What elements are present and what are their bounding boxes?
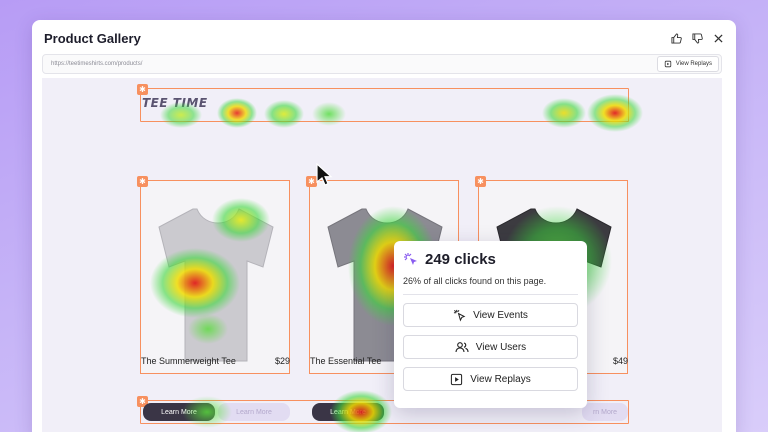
view-users-label: View Users xyxy=(475,341,527,353)
close-icon[interactable] xyxy=(712,32,724,44)
page-preview: ✱ TEE TIME ✱ ✱ ✱ The Summerweight Tee $2… xyxy=(42,78,722,432)
view-users-button[interactable]: View Users xyxy=(403,335,578,359)
learn-more-button[interactable]: Learn More xyxy=(312,403,384,421)
product-gallery-window: Product Gallery https://teetimeshirts.co… xyxy=(32,20,736,432)
product-name[interactable]: The Essential Tee xyxy=(310,356,381,366)
users-icon xyxy=(455,342,469,353)
window-actions xyxy=(670,32,724,44)
zone-badge-icon: ✱ xyxy=(137,84,148,95)
thumbs-down-icon[interactable] xyxy=(691,32,703,44)
view-replays-label: View Replays xyxy=(675,61,712,67)
header-click-zone[interactable] xyxy=(140,88,629,122)
product-price: $29 xyxy=(274,356,290,366)
replay-icon xyxy=(664,60,671,68)
thumbs-up-icon[interactable] xyxy=(670,32,682,44)
site-logo: TEE TIME xyxy=(142,96,208,110)
learn-more-button[interactable]: rn More xyxy=(582,403,628,421)
click-summary: 26% of all clicks found on this page. xyxy=(403,276,578,295)
zone-badge-icon: ✱ xyxy=(137,176,148,187)
address-bar: https://teetimeshirts.com/products/ View… xyxy=(42,54,722,74)
view-replays-button[interactable]: View Replays xyxy=(656,56,719,72)
view-replays-popup-label: View Replays xyxy=(470,373,531,385)
popup-header: 249 clicks xyxy=(403,251,578,268)
view-events-label: View Events xyxy=(473,309,528,321)
tshirt-image xyxy=(158,208,274,362)
window-title: Product Gallery xyxy=(44,30,141,46)
cursor-click-icon xyxy=(454,309,466,322)
page-url: https://teetimeshirts.com/products/ xyxy=(51,61,143,67)
sparkle-click-icon xyxy=(404,252,417,265)
click-count: 249 clicks xyxy=(425,251,496,268)
view-events-button[interactable]: View Events xyxy=(403,303,578,327)
titlebar: Product Gallery xyxy=(32,20,736,56)
learn-more-button[interactable]: Learn More xyxy=(143,403,215,421)
product-card[interactable] xyxy=(140,180,290,374)
product-price: $49 xyxy=(612,356,628,366)
learn-more-button[interactable]: Learn More xyxy=(218,403,290,421)
click-stats-popup: 249 clicks 26% of all clicks found on th… xyxy=(394,241,587,408)
product-name[interactable]: The Summerweight Tee xyxy=(141,356,236,366)
mouse-cursor-icon xyxy=(316,163,333,186)
zone-badge-icon: ✱ xyxy=(475,176,486,187)
play-screen-icon xyxy=(451,373,463,385)
view-replays-popup-button[interactable]: View Replays xyxy=(403,367,578,391)
